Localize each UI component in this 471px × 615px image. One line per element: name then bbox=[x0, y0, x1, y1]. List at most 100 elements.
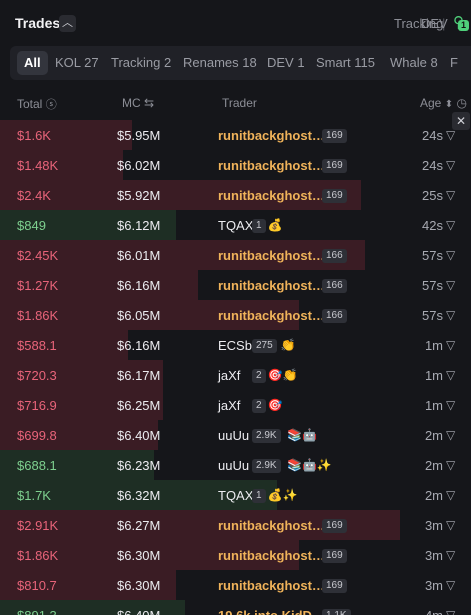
tab-kol[interactable]: KOL 27 bbox=[55, 46, 99, 80]
filter-trader-icon[interactable]: ▽ bbox=[446, 488, 455, 502]
table-row[interactable]: $849 $6.12M TQAX 1 💰 42s ▽ bbox=[0, 210, 471, 240]
tab-smart[interactable]: Smart 115 bbox=[316, 46, 375, 80]
trader-count-badge: 2.9K bbox=[252, 429, 281, 443]
currency-toggle-icon[interactable]: ⓢ bbox=[46, 99, 57, 111]
table-row[interactable]: $1.86K $6.30M runitbackghost… 169 3m ▽ bbox=[0, 540, 471, 570]
trade-age: 1m bbox=[424, 338, 443, 353]
panel-title: Trades bbox=[15, 15, 61, 31]
trader-name[interactable]: runitbackghost… bbox=[218, 248, 325, 263]
col-total-header[interactable]: Total ⓢ bbox=[17, 96, 57, 112]
trader-name[interactable]: TQAX bbox=[218, 488, 253, 503]
trade-market-cap: $5.92M bbox=[117, 188, 161, 203]
filter-trader-icon[interactable]: ▽ bbox=[446, 578, 455, 592]
trader-name[interactable]: 19.6k into KidD… bbox=[218, 608, 325, 615]
table-row[interactable]: $1.27K $6.16M runitbackghost… 166 57s ▽ bbox=[0, 270, 471, 300]
trade-market-cap: $6.30M bbox=[117, 578, 161, 593]
trader-name[interactable]: uuUu bbox=[218, 428, 249, 443]
table-row[interactable]: $716.9 $6.25M jaXf 2 🎯 1m ▽ bbox=[0, 390, 471, 420]
trade-total: $588.1 bbox=[17, 338, 57, 353]
filter-trader-icon[interactable]: ▽ bbox=[446, 458, 455, 472]
swap-arrows-icon[interactable]: ⇆ bbox=[144, 96, 154, 110]
trade-age: 57s bbox=[422, 278, 443, 293]
trader-tag-icons: 👏 bbox=[280, 338, 296, 352]
trader-count-badge: 169 bbox=[322, 519, 347, 533]
tab-tracking[interactable]: Tracking 2 bbox=[111, 46, 171, 80]
filter-trader-icon[interactable]: ▽ bbox=[446, 338, 455, 352]
trader-count-badge: 169 bbox=[322, 159, 347, 173]
table-row[interactable]: $2.4K $5.92M runitbackghost… 169 25s ▽ bbox=[0, 180, 471, 210]
trade-market-cap: $6.27M bbox=[117, 518, 161, 533]
dev-toggle[interactable]: DEV bbox=[421, 16, 448, 31]
table-row[interactable]: $891.3 $6.40M 19.6k into KidD…1.1K 4m▽ bbox=[0, 600, 471, 615]
filter-trader-icon[interactable]: ▽ bbox=[446, 608, 455, 615]
filter-trader-icon[interactable]: ▽ bbox=[446, 548, 455, 562]
trade-total: $1.27K bbox=[17, 278, 59, 293]
trade-age: 2m bbox=[424, 488, 443, 503]
trade-total: $810.7 bbox=[17, 578, 57, 593]
table-row[interactable]: $588.1 $6.16M ECSb 275 👏 1m ▽ bbox=[0, 330, 471, 360]
table-row[interactable]: $810.7 $6.30M runitbackghost… 169 3m ▽ bbox=[0, 570, 471, 600]
tab-renames[interactable]: Renames 18 bbox=[183, 46, 257, 80]
col-mc-header[interactable]: MC ⇆ bbox=[122, 96, 154, 110]
trader-name[interactable]: runitbackghost… bbox=[218, 128, 325, 143]
filter-trader-icon[interactable]: ▽ bbox=[446, 248, 455, 262]
trade-market-cap: $6.40M bbox=[117, 608, 160, 615]
table-row[interactable]: $2.45K $6.01M runitbackghost… 166 57s ▽ bbox=[0, 240, 471, 270]
trader-name[interactable]: runitbackghost… bbox=[218, 158, 325, 173]
tab-dev[interactable]: DEV 1 bbox=[267, 46, 305, 80]
trade-market-cap: $6.17M bbox=[117, 368, 161, 383]
trade-age: 1m bbox=[424, 368, 443, 383]
filter-trader-icon[interactable]: ▽ bbox=[446, 278, 455, 292]
trade-age: 24s bbox=[422, 158, 443, 173]
table-row[interactable]: $699.8 $6.40M uuUu 2.9K 📚🤖 2m ▽ bbox=[0, 420, 471, 450]
trader-name[interactable]: runitbackghost… bbox=[218, 518, 325, 533]
trade-total: $2.91K bbox=[17, 518, 59, 533]
filter-trader-icon[interactable]: ▽ bbox=[446, 308, 455, 322]
trader-name[interactable]: jaXf bbox=[218, 398, 240, 413]
trader-name[interactable]: runitbackghost… bbox=[218, 278, 325, 293]
col-age-header[interactable]: Age ⬍ ◷ bbox=[420, 96, 467, 110]
filter-trader-icon[interactable]: ▽ bbox=[446, 428, 455, 442]
trade-age: 57s bbox=[422, 308, 443, 323]
clock-icon[interactable]: ◷ bbox=[456, 96, 466, 110]
trader-name[interactable]: runitbackghost… bbox=[218, 578, 325, 593]
table-row[interactable]: $720.3 $6.17M jaXf 2 🎯👏 1m ▽ bbox=[0, 360, 471, 390]
tab-more[interactable]: F bbox=[450, 46, 458, 80]
trader-count-badge: 2 bbox=[252, 399, 266, 413]
table-row[interactable]: $1.86K $6.05M runitbackghost… 166 57s ▽ bbox=[0, 300, 471, 330]
col-total-label: Total bbox=[17, 97, 43, 111]
trader-name[interactable]: runitbackghost… bbox=[218, 308, 325, 323]
table-row[interactable]: $1.7K $6.32M TQAX 1 💰✨ 2m ▽ bbox=[0, 480, 471, 510]
sort-down-icon[interactable]: ⬍ bbox=[445, 99, 453, 110]
trade-age: 3m bbox=[424, 518, 443, 533]
col-mc-label: MC bbox=[122, 96, 141, 110]
trade-market-cap: $6.02M bbox=[117, 158, 161, 173]
close-icon[interactable]: ✕ bbox=[452, 112, 470, 130]
filter-trader-icon[interactable]: ▽ bbox=[446, 158, 455, 172]
trade-age: 2m bbox=[424, 428, 443, 443]
trader-count-badge: 2.9K bbox=[252, 459, 281, 473]
filter-tabs: All KOL 27 Tracking 2 Renames 18 DEV 1 S… bbox=[10, 46, 471, 80]
trader-name[interactable]: runitbackghost… bbox=[218, 548, 325, 563]
filter-trader-icon[interactable]: ▽ bbox=[446, 128, 455, 142]
filter-trader-icon[interactable]: ▽ bbox=[446, 188, 455, 202]
table-row[interactable]: $1.6K $5.95M runitbackghost… 169 24s ▽ bbox=[0, 120, 471, 150]
trade-total: $716.9 bbox=[17, 398, 57, 413]
trader-name[interactable]: TQAX bbox=[218, 218, 253, 233]
collapse-chevron-icon[interactable]: ︿ bbox=[59, 15, 76, 32]
trader-name[interactable]: ECSb bbox=[218, 338, 252, 353]
trade-age: 4m bbox=[425, 608, 443, 615]
tab-whale[interactable]: Whale 8 bbox=[390, 46, 438, 80]
trader-name[interactable]: runitbackghost… bbox=[218, 188, 325, 203]
trader-name[interactable]: uuUu bbox=[218, 458, 249, 473]
filter-trader-icon[interactable]: ▽ bbox=[446, 368, 455, 382]
table-row[interactable]: $1.48K $6.02M runitbackghost… 169 24s ▽ bbox=[0, 150, 471, 180]
table-row[interactable]: $688.1 $6.23M uuUu 2.9K 📚🤖✨ 2m ▽ bbox=[0, 450, 471, 480]
tab-all[interactable]: All bbox=[17, 51, 48, 75]
filter-trader-icon[interactable]: ▽ bbox=[446, 398, 455, 412]
filter-trader-icon[interactable]: ▽ bbox=[446, 518, 455, 532]
filter-trader-icon[interactable]: ▽ bbox=[446, 218, 455, 232]
trader-name[interactable]: jaXf bbox=[218, 368, 240, 383]
trader-count-badge: 169 bbox=[322, 549, 347, 563]
table-row[interactable]: $2.91K $6.27M runitbackghost… 169 3m ▽ bbox=[0, 510, 471, 540]
